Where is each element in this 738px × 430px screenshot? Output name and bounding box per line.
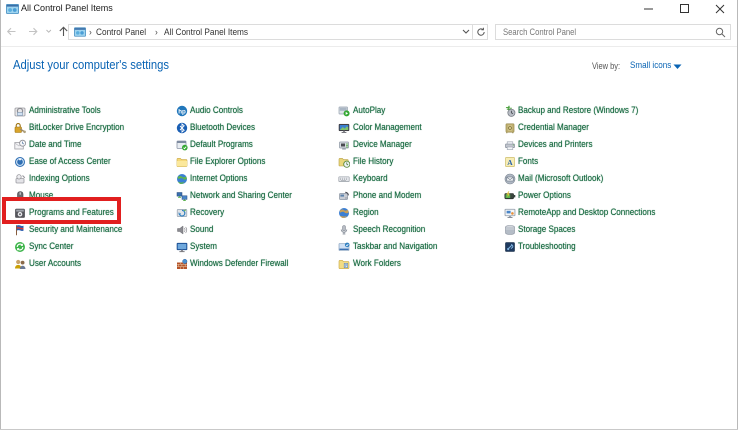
- svg-text:A: A: [507, 158, 513, 167]
- svg-text:hp: hp: [178, 108, 186, 115]
